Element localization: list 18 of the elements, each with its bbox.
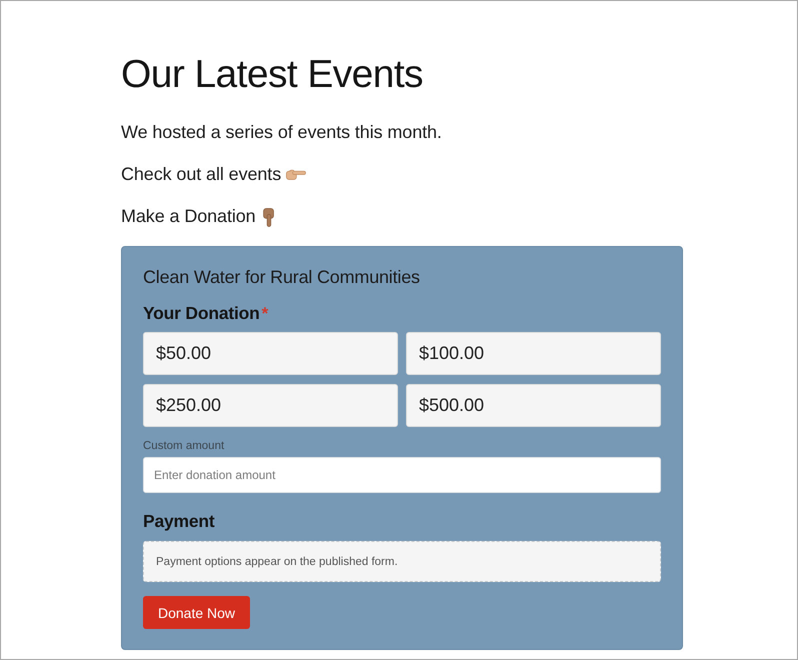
custom-amount-label: Custom amount [143, 439, 226, 454]
page-heading: Our Latest Events [121, 52, 424, 98]
form-title: Clean Water for Rural Communities [143, 266, 421, 289]
amount-option[interactable]: $100.00 [406, 332, 661, 375]
hand-pointing-right-icon [286, 169, 306, 180]
amount-option[interactable]: $500.00 [406, 384, 661, 427]
paragraph-text: Make a Donation [121, 205, 256, 228]
donation-label: Your Donation [143, 302, 260, 325]
custom-amount-field[interactable]: Enter donation amount [143, 457, 661, 493]
hand-pointing-down-icon [262, 208, 275, 226]
required-asterisk: * [262, 303, 268, 325]
paragraph-text: We hosted a series of events this month. [121, 121, 442, 144]
amount-option[interactable]: $250.00 [143, 384, 398, 427]
paragraph-text: Check out all events [121, 163, 282, 186]
amount-option[interactable]: $50.00 [143, 332, 398, 375]
donate-button[interactable]: Donate Now [143, 596, 250, 629]
payment-notice: Payment options appear on the published form. [143, 541, 661, 582]
payment-heading: Payment [143, 510, 216, 533]
